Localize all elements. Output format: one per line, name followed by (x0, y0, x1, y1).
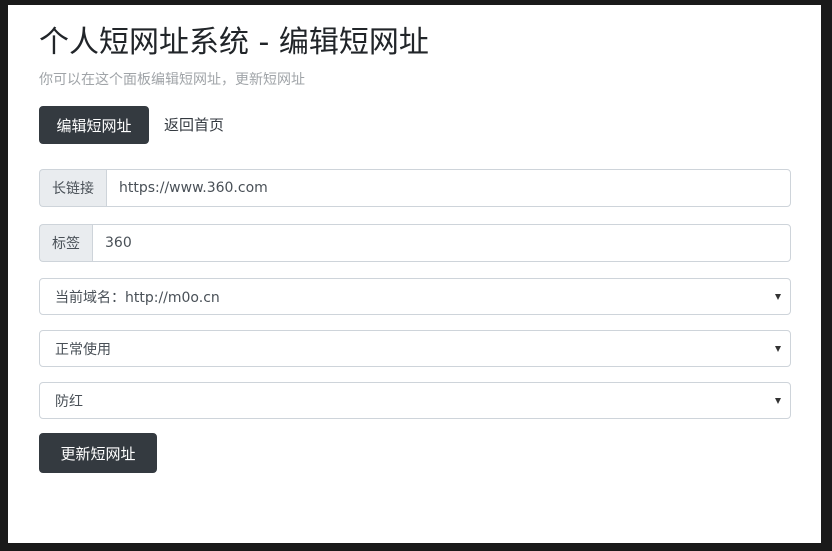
domain-select-value: 当前域名：http://m0o.cn (55, 289, 220, 306)
page-subtitle: 你可以在这个面板编辑短网址，更新短网址 (39, 72, 305, 88)
domain-select[interactable]: 当前域名：http://m0o.cn (39, 278, 791, 315)
status-select-value: 正常使用 (55, 341, 111, 358)
status-select[interactable]: 正常使用 (39, 330, 791, 367)
chevron-down-icon (775, 397, 781, 404)
tag-input[interactable] (92, 224, 791, 262)
long-url-label: 长链接 (39, 169, 106, 207)
protection-select-value: 防红 (55, 393, 83, 410)
page-title: 个人短网址系统 - 编辑短网址 (39, 25, 429, 60)
update-short-url-button[interactable]: 更新短网址 (39, 433, 157, 473)
tag-label: 标签 (39, 224, 92, 262)
edit-short-url-tab[interactable]: 编辑短网址 (39, 106, 149, 144)
page-frame: 个人短网址系统 - 编辑短网址 你可以在这个面板编辑短网址，更新短网址 编辑短网… (8, 5, 821, 543)
protection-select[interactable]: 防红 (39, 382, 791, 419)
chevron-down-icon (775, 345, 781, 352)
chevron-down-icon (775, 293, 781, 300)
back-home-link[interactable]: 返回首页 (164, 114, 224, 136)
long-url-input[interactable] (106, 169, 791, 207)
long-url-group: 长链接 (39, 169, 791, 207)
tag-group: 标签 (39, 224, 791, 262)
